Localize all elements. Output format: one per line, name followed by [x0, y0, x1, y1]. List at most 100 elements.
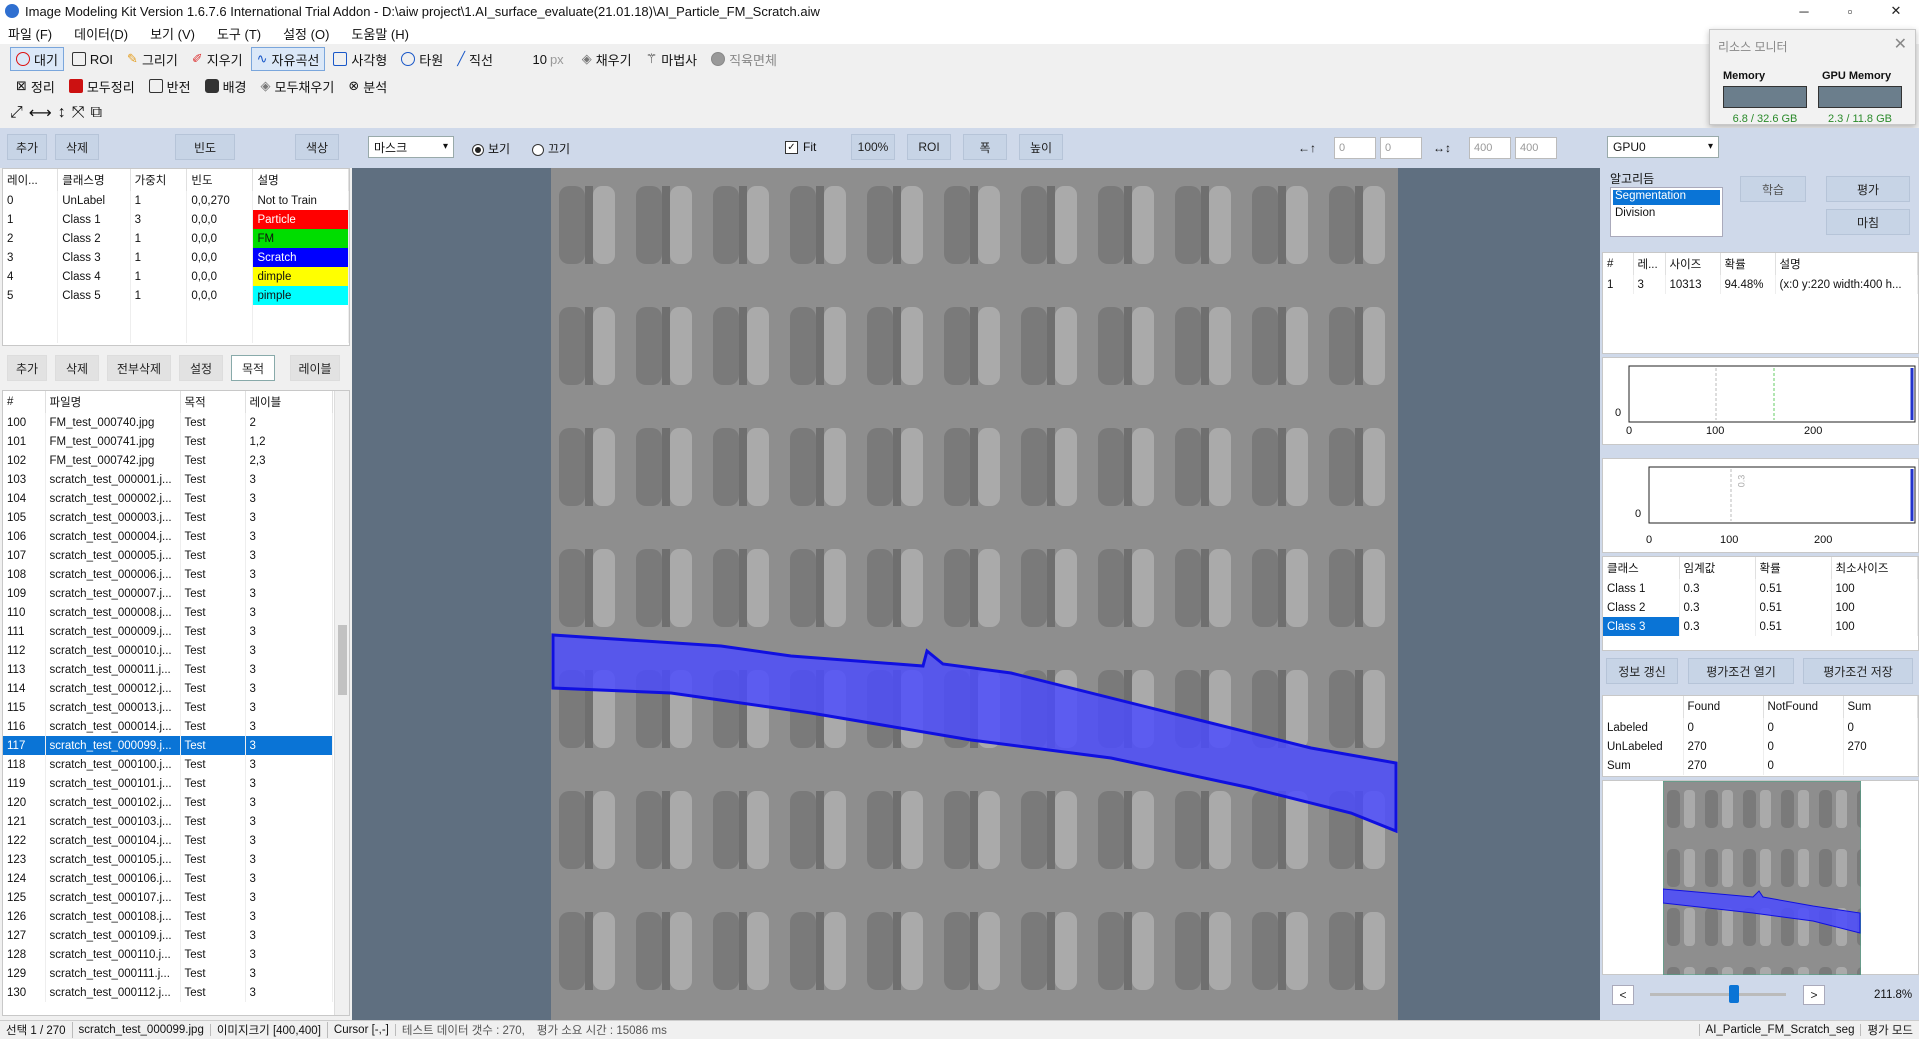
file-row[interactable]: 130 scratch_test_000112.j... Test 3: [3, 983, 333, 1002]
zoom-100-button[interactable]: 100%: [851, 134, 895, 160]
file-row[interactable]: 108 scratch_test_000006.j... Test 3: [3, 565, 333, 584]
mask-mode-select[interactable]: 마스크 ▾: [368, 136, 454, 158]
class-row[interactable]: 3 Class 3 1 0,0,0 Scratch: [3, 248, 349, 267]
file-row[interactable]: 126 scratch_test_000108.j... Test 3: [3, 907, 333, 926]
evaluate-button[interactable]: 평가: [1826, 176, 1910, 202]
file-row[interactable]: 101 FM_test_000741.jpg Test 1,2: [3, 432, 333, 451]
file-row[interactable]: 106 scratch_test_000004.j... Test 3: [3, 527, 333, 546]
thresh-col-threshold[interactable]: 임계값: [1679, 557, 1756, 579]
file-col-label[interactable]: 레이블: [245, 391, 333, 413]
file-row[interactable]: 110 scratch_test_000008.j... Test 3: [3, 603, 333, 622]
copy-window-icon[interactable]: ⧉: [91, 104, 102, 122]
class-frequency-button[interactable]: 빈도: [175, 134, 235, 160]
file-row[interactable]: 114 scratch_test_000012.j... Test 3: [3, 679, 333, 698]
eval-col-sum[interactable]: Sum: [1843, 696, 1918, 718]
file-row[interactable]: 121 scratch_test_000103.j... Test 3: [3, 812, 333, 831]
roi-height-input[interactable]: 400: [1515, 137, 1557, 159]
file-col-num[interactable]: #: [3, 391, 46, 413]
wand-tool[interactable]: ⚚ 마법사: [640, 47, 704, 71]
finish-button[interactable]: 마침: [1826, 209, 1910, 235]
zoom-slider-thumb[interactable]: [1729, 985, 1739, 1003]
result-col-size[interactable]: 사이즈: [1665, 253, 1721, 275]
threshold-cell[interactable]: 0.51: [1755, 579, 1832, 598]
class-delete-button[interactable]: 삭제: [55, 134, 99, 160]
threshold-row[interactable]: Class 3 0.3 0.51 100: [1603, 617, 1918, 636]
train-button[interactable]: 학습: [1740, 176, 1806, 202]
file-delete-button[interactable]: 삭제: [55, 355, 99, 381]
result-row[interactable]: 1 3 10313 94.48% (x:0 y:220 width:400 h.…: [1603, 275, 1918, 294]
file-row[interactable]: 124 scratch_test_000106.j... Test 3: [3, 869, 333, 888]
file-delete-all-button[interactable]: 전부삭제: [107, 355, 171, 381]
class-row[interactable]: 2 Class 2 1 0,0,0 FM: [3, 229, 349, 248]
threshold-cell[interactable]: 0.3: [1679, 617, 1756, 636]
close-button[interactable]: ✕: [1873, 0, 1919, 22]
threshold-row[interactable]: Class 2 0.3 0.51 100: [1603, 598, 1918, 617]
freecurve-tool[interactable]: ∿ 자유곡선: [250, 47, 326, 71]
file-row[interactable]: 118 scratch_test_000100.j... Test 3: [3, 755, 333, 774]
thresh-col-minsize[interactable]: 최소사이즈: [1831, 557, 1918, 579]
file-row[interactable]: 102 FM_test_000742.jpg Test 2,3: [3, 451, 333, 470]
invert-button[interactable]: 반전: [143, 74, 197, 98]
threshold-cell[interactable]: 100: [1831, 579, 1918, 598]
class-col-freq[interactable]: 빈도: [186, 169, 254, 191]
threshold-cell[interactable]: 0.3: [1679, 579, 1756, 598]
file-scrollbar[interactable]: [334, 391, 349, 1015]
view-radio[interactable]: 보기: [472, 140, 510, 157]
class-col-layer[interactable]: 레이...: [3, 169, 59, 191]
result-col-desc[interactable]: 설명: [1775, 253, 1918, 275]
class-col-name[interactable]: 클래스명: [57, 169, 131, 191]
menu-help[interactable]: 도움말 (H): [351, 24, 409, 43]
file-row[interactable]: 104 scratch_test_000002.j... Test 3: [3, 489, 333, 508]
refresh-info-button[interactable]: 정보 갱신: [1606, 658, 1678, 684]
line-tool[interactable]: ╱ 직선: [451, 47, 499, 71]
menu-view[interactable]: 보기 (V): [150, 24, 195, 43]
menu-settings[interactable]: 설정 (O): [283, 24, 329, 43]
file-row[interactable]: 129 scratch_test_000111.j... Test 3: [3, 964, 333, 983]
width-fit-button[interactable]: 폭: [963, 134, 1007, 160]
file-row[interactable]: 128 scratch_test_000110.j... Test 3: [3, 945, 333, 964]
fill-tool[interactable]: ◈ 채우기: [576, 47, 638, 71]
eval-col-notfound[interactable]: NotFound: [1763, 696, 1844, 718]
fit-height-icon[interactable]: ↕: [58, 104, 66, 122]
draw-tool[interactable]: ✎ 그리기: [121, 47, 184, 71]
file-row[interactable]: 125 scratch_test_000107.j... Test 3: [3, 888, 333, 907]
minimize-button[interactable]: ─: [1781, 0, 1827, 22]
inspection-image[interactable]: [551, 168, 1398, 1022]
threshold-cell[interactable]: 100: [1831, 598, 1918, 617]
file-purpose-button[interactable]: 목적: [231, 355, 275, 381]
algorithm-item-division[interactable]: Division: [1611, 207, 1722, 222]
thumbnail-image[interactable]: [1663, 781, 1861, 975]
roi-zoom-button[interactable]: ROI: [907, 134, 951, 160]
file-col-name[interactable]: 파일명: [45, 391, 181, 413]
thumbnail-prev-button[interactable]: <: [1612, 985, 1634, 1005]
file-row[interactable]: 100 FM_test_000740.jpg Test 2: [3, 413, 333, 432]
file-row[interactable]: 122 scratch_test_000104.j... Test 3: [3, 831, 333, 850]
threshold-cell[interactable]: 0.51: [1755, 617, 1832, 636]
file-row[interactable]: 105 scratch_test_000003.j... Test 3: [3, 508, 333, 527]
file-row[interactable]: 127 scratch_test_000109.j... Test 3: [3, 926, 333, 945]
thresh-col-class[interactable]: 클래스: [1603, 557, 1680, 579]
threshold-cell[interactable]: 100: [1831, 617, 1918, 636]
file-row[interactable]: 112 scratch_test_000010.j... Test 3: [3, 641, 333, 660]
algorithm-item-segmentation[interactable]: Segmentation: [1613, 190, 1720, 205]
file-row[interactable]: 116 scratch_test_000014.j... Test 3: [3, 717, 333, 736]
fullscreen-icon[interactable]: ⤧: [72, 104, 85, 122]
menu-data[interactable]: 데이터(D): [74, 24, 128, 43]
gpu-select[interactable]: GPU0 ▾: [1607, 136, 1719, 158]
file-row[interactable]: 119 scratch_test_000101.j... Test 3: [3, 774, 333, 793]
off-radio[interactable]: 끄기: [532, 140, 570, 157]
eval-col-found[interactable]: Found: [1683, 696, 1764, 718]
roi-tool[interactable]: ROI: [66, 47, 119, 71]
file-label-button[interactable]: 레이블: [290, 355, 340, 381]
class-row[interactable]: 4 Class 4 1 0,0,0 dimple: [3, 267, 349, 286]
file-row[interactable]: 103 scratch_test_000001.j... Test 3: [3, 470, 333, 489]
roi-x-input[interactable]: 0: [1334, 137, 1376, 159]
background-button[interactable]: 배경: [199, 74, 253, 98]
menu-file[interactable]: 파일 (F): [8, 24, 52, 43]
class-add-button[interactable]: 추가: [7, 134, 47, 160]
file-add-button[interactable]: 추가: [7, 355, 47, 381]
roi-y-input[interactable]: 0: [1380, 137, 1422, 159]
erase-tool[interactable]: ✐ 지우기: [186, 47, 249, 71]
roi-width-input[interactable]: 400: [1469, 137, 1511, 159]
clean-button[interactable]: ⊠ 정리: [10, 74, 61, 98]
